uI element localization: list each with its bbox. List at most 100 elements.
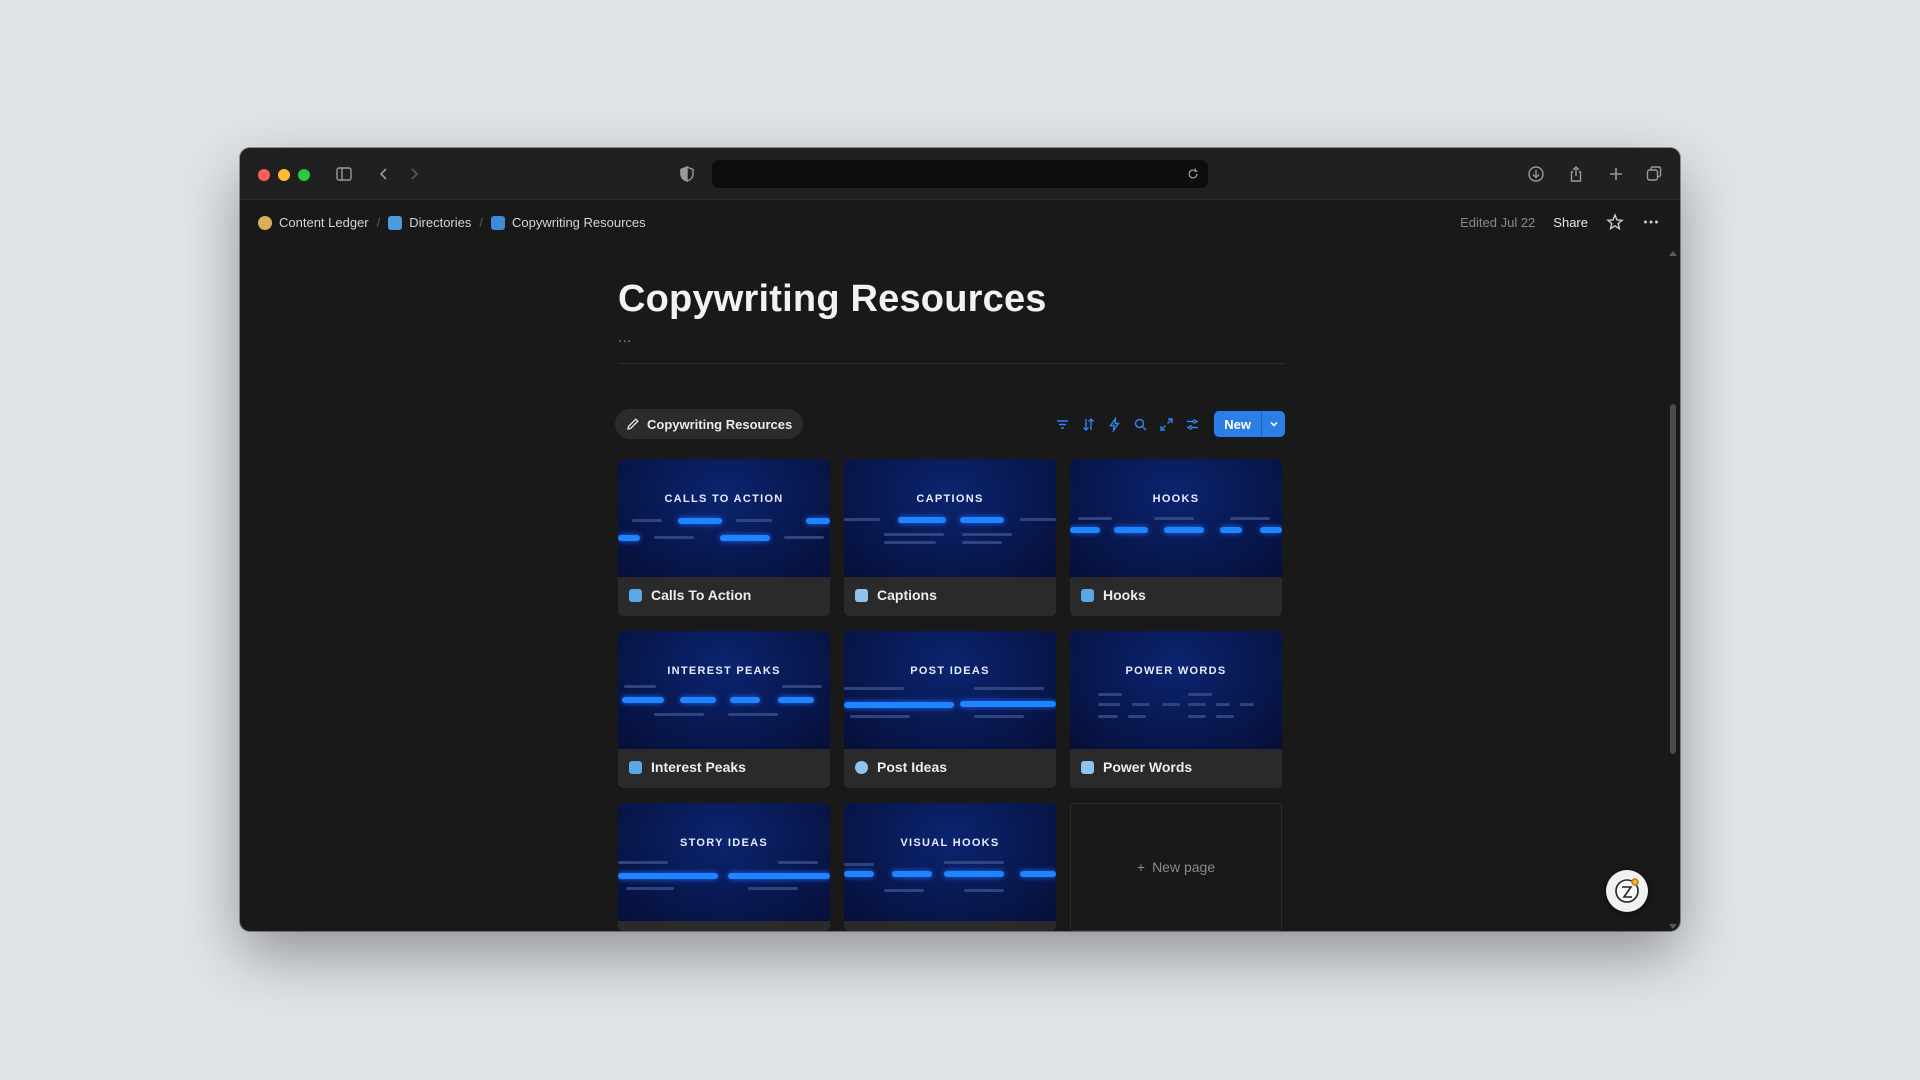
more-options-icon[interactable] [1642, 213, 1660, 231]
settings-icon[interactable] [1182, 414, 1202, 434]
filter-icon[interactable] [1052, 414, 1072, 434]
page-content: Copywriting Resources ... [618, 278, 1284, 364]
page-actions: Edited Jul 22 Share [1460, 213, 1660, 231]
card-label: Captions [877, 587, 937, 603]
plus-icon: + [1136, 859, 1146, 875]
browser-window: Content Ledger / Directories / Copywriti… [240, 148, 1680, 931]
book-icon [491, 215, 505, 230]
breadcrumb-separator: / [479, 215, 483, 230]
pencil-icon [627, 418, 639, 430]
chevron-down-icon[interactable] [1261, 411, 1285, 437]
scrollbar-thumb[interactable] [1670, 404, 1676, 754]
new-page-label: New page [1152, 859, 1216, 875]
sidebar-toggle-icon[interactable] [332, 162, 356, 186]
card-title: Calls To Action [629, 587, 751, 603]
breadcrumb: Content Ledger / Directories / Copywriti… [258, 215, 646, 230]
cover-title: VISUAL HOOKS [900, 837, 1000, 849]
assistant-face-icon [1615, 878, 1639, 903]
card-cover-image: CALLS TO ACTION [618, 459, 830, 577]
scroll-up-arrow[interactable] [1669, 251, 1677, 256]
privacy-shield-icon[interactable] [675, 162, 699, 186]
page-topbar: Content Ledger / Directories / Copywriti… [240, 200, 1680, 248]
search-icon[interactable] [1130, 414, 1150, 434]
card-title: Hooks [1081, 587, 1146, 603]
card-cover-image: STORY IDEAS [618, 803, 830, 921]
breadcrumb-separator: / [376, 215, 381, 230]
expand-icon[interactable] [1156, 414, 1176, 434]
scroll-down-arrow[interactable] [1669, 924, 1677, 929]
zoom-window-button[interactable] [298, 169, 310, 181]
card-cover-image: HOOKS [1070, 459, 1282, 577]
breadcrumb-item-content-ledger[interactable]: Content Ledger [258, 215, 369, 230]
page-icon [1081, 588, 1094, 602]
lightning-icon[interactable] [1104, 414, 1124, 434]
breadcrumb-label: Directories [409, 215, 472, 230]
cover-title: CAPTIONS [916, 493, 984, 505]
page-title[interactable]: Copywriting Resources [618, 278, 1284, 321]
card-title: Post Ideas [855, 759, 947, 775]
edited-timestamp: Edited Jul 22 [1460, 214, 1536, 230]
divider [618, 363, 1284, 364]
new-button[interactable]: New [1214, 411, 1261, 437]
sort-icon[interactable] [1078, 414, 1098, 434]
card-cover-image: VISUAL HOOKS [844, 803, 1056, 921]
cover-title: HOOKS [1152, 493, 1200, 505]
cover-title: CALLS TO ACTION [664, 493, 784, 505]
page-properties-toggle[interactable]: ... [618, 330, 1284, 353]
page-icon [855, 588, 868, 602]
breadcrumb-item-copywriting-resources[interactable]: Copywriting Resources [491, 215, 646, 230]
address-bar[interactable] [712, 160, 1208, 188]
back-icon[interactable] [372, 162, 396, 186]
card-cover-image: CAPTIONS [844, 459, 1056, 577]
card-label: Post Ideas [877, 759, 948, 775]
page-icon [629, 588, 642, 602]
page-icon [855, 760, 868, 774]
breadcrumb-label: Content Ledger [279, 215, 369, 230]
share-button[interactable]: Share [1553, 215, 1588, 230]
card-cover-image: POWER WORDS [1070, 631, 1282, 749]
gallery-card[interactable]: INTEREST PEAKS Interest Peaks [618, 631, 830, 788]
reload-icon[interactable] [1184, 165, 1202, 183]
assistant-button[interactable] [1606, 870, 1648, 912]
card-cover-image: POST IDEAS [844, 631, 1056, 749]
card-label: Hooks [1103, 587, 1146, 603]
database-toolbar: New [1052, 411, 1285, 437]
card-label: Interest Peaks [651, 759, 746, 775]
database-view-label: Copywriting Resources [647, 416, 793, 432]
gallery-card[interactable]: CALLS TO ACTION Calls To Action [618, 459, 830, 616]
breadcrumb-item-directories[interactable]: Directories [388, 215, 471, 230]
directory-icon [388, 215, 403, 230]
favorite-star-icon[interactable] [1606, 213, 1624, 231]
gallery-card[interactable]: CAPTIONS Captions [844, 459, 1056, 616]
card-label: Calls To Action [651, 587, 752, 603]
card-cover-image: INTEREST PEAKS [618, 631, 830, 749]
card-label: Power Words [1103, 759, 1193, 775]
card-title: Power Words [1081, 759, 1192, 775]
new-entry-split-button: New [1214, 411, 1285, 437]
breadcrumb-label: Copywriting Resources [512, 215, 646, 230]
gallery-card[interactable]: POST IDEAS Post Ideas [844, 631, 1056, 788]
gallery-card[interactable]: STORY IDEAS [618, 803, 830, 931]
new-page-button[interactable]: + New page [1070, 803, 1282, 931]
database-header: Copywriting Resources New [615, 409, 1285, 441]
card-title: Captions [855, 587, 937, 603]
browser-toolbar [240, 148, 1680, 200]
page-icon [629, 760, 642, 774]
tab-overview-icon[interactable] [1642, 162, 1666, 186]
cover-title: POST IDEAS [910, 665, 990, 677]
forward-icon[interactable] [402, 162, 426, 186]
new-tab-icon[interactable] [1604, 162, 1628, 186]
download-icon[interactable] [1524, 162, 1548, 186]
cover-title: INTEREST PEAKS [667, 665, 781, 677]
share-sheet-icon[interactable] [1564, 162, 1588, 186]
cover-title: POWER WORDS [1125, 665, 1227, 677]
gallery-card[interactable]: VISUAL HOOKS [844, 803, 1056, 931]
minimize-window-button[interactable] [278, 169, 290, 181]
gallery-card[interactable]: POWER WORDS Power Words [1070, 631, 1282, 788]
card-title: Interest Peaks [629, 759, 746, 775]
person-icon [258, 215, 272, 230]
close-window-button[interactable] [258, 169, 270, 181]
gallery-card[interactable]: HOOKS Hooks [1070, 459, 1282, 616]
page-icon [1081, 760, 1094, 774]
database-view-tab[interactable]: Copywriting Resources [615, 409, 804, 439]
